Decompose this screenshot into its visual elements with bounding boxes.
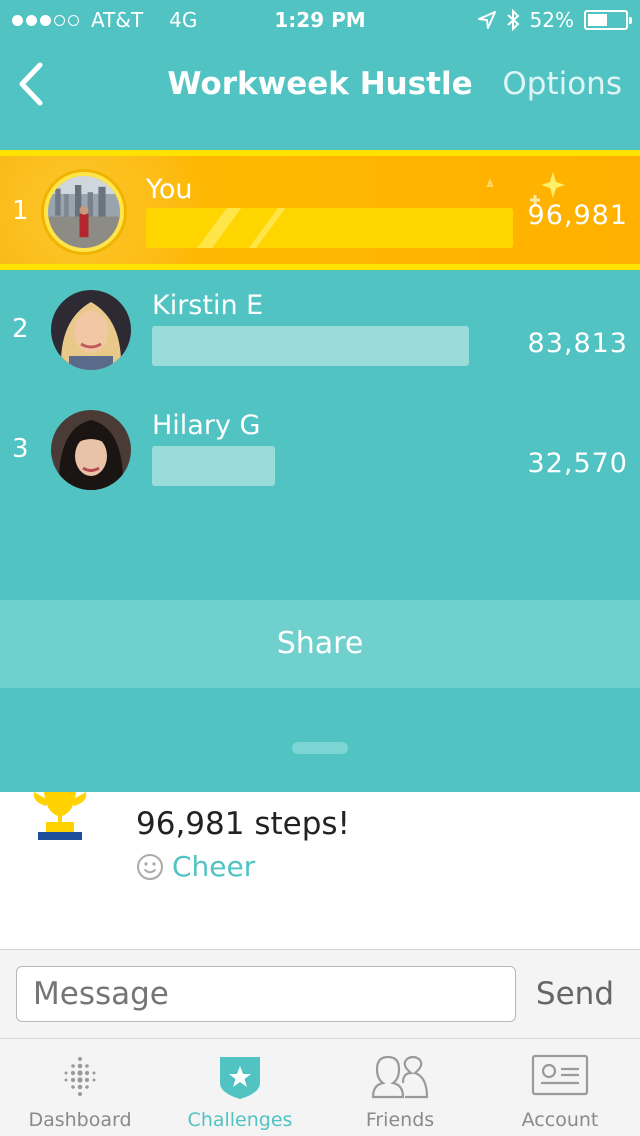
tab-label: Challenges xyxy=(187,1109,293,1131)
dashboard-dots-icon xyxy=(64,1057,96,1096)
step-count: 83,813 xyxy=(527,328,628,359)
tab-friends[interactable]: Friends xyxy=(320,1039,480,1136)
tab-dashboard[interactable]: Dashboard xyxy=(0,1039,160,1136)
friends-icon xyxy=(371,1055,429,1099)
leaderboard-row[interactable]: 3 Hilary G 32,570 xyxy=(0,390,640,510)
progress-bar xyxy=(152,326,469,366)
participant-name: You xyxy=(146,174,193,205)
tab-bar: Dashboard Challenges Friends Account xyxy=(0,1038,640,1136)
tab-challenges[interactable]: Challenges xyxy=(160,1039,320,1136)
avatar xyxy=(44,172,124,252)
account-card-icon xyxy=(531,1054,589,1096)
leaderboard-row-you[interactable]: 1 You 96,981 xyxy=(0,150,640,270)
leaderboard-row[interactable]: 2 Kirstin E 83,813 xyxy=(0,270,640,390)
send-button[interactable]: Send xyxy=(536,976,614,1012)
tab-account[interactable]: Account xyxy=(480,1039,640,1136)
step-count: 96,981 xyxy=(527,200,628,231)
feed-message: 96,981 steps! xyxy=(136,800,350,842)
battery-percent: 52% xyxy=(529,8,574,32)
participant-name: Hilary G xyxy=(152,410,261,441)
drag-handle[interactable] xyxy=(292,742,348,754)
feed-steps-line: 96,981 steps! xyxy=(136,806,350,842)
nav-bar: Workweek Hustle Options xyxy=(0,56,640,116)
cheer-button[interactable]: Cheer xyxy=(136,850,255,883)
progress-bar xyxy=(152,446,275,486)
progress-bar xyxy=(146,208,513,248)
location-arrow-icon xyxy=(477,11,496,29)
message-input[interactable] xyxy=(16,966,516,1022)
tab-label: Friends xyxy=(365,1109,435,1131)
rank-number: 1 xyxy=(12,196,29,226)
battery-icon xyxy=(584,10,632,30)
rank-number: 2 xyxy=(12,314,29,344)
bluetooth-icon xyxy=(506,9,519,31)
smiley-icon xyxy=(137,853,163,880)
cheer-label: Cheer xyxy=(172,850,256,883)
avatar xyxy=(51,410,131,490)
step-count: 32,570 xyxy=(527,448,628,479)
tab-label: Account xyxy=(521,1109,599,1131)
share-button[interactable]: Share xyxy=(0,600,640,688)
avatar xyxy=(51,290,131,370)
trophy-icon xyxy=(28,792,92,848)
status-bar: AT&T 4G 1:29 PM 52% xyxy=(0,0,640,40)
challenges-star-icon xyxy=(220,1057,260,1099)
options-button[interactable]: Options xyxy=(502,66,622,102)
challenge-panel: AT&T 4G 1:29 PM 52% Workweek Hustle Opti… xyxy=(0,0,640,792)
rank-number: 3 xyxy=(12,434,29,464)
participant-name: Kirstin E xyxy=(152,290,264,321)
message-composer: Send xyxy=(0,950,640,1038)
tab-label: Dashboard xyxy=(28,1109,132,1131)
